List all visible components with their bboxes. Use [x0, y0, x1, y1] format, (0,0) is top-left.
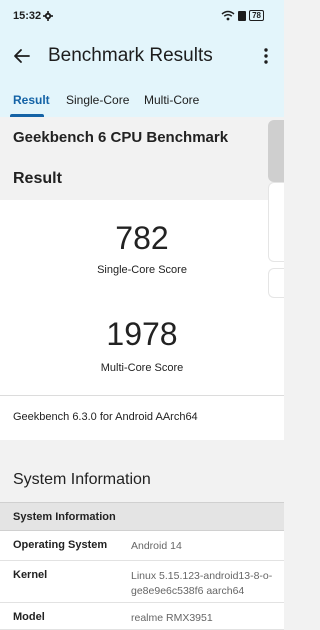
- status-time: 15:32: [13, 10, 42, 22]
- row-key: Kernel: [13, 569, 48, 581]
- system-info-table-header: System Information: [0, 502, 284, 531]
- system-info-table-header-label: System Information: [13, 511, 116, 523]
- wifi-icon: [221, 10, 235, 21]
- single-core-score: 782: [115, 220, 169, 256]
- version-text: Geekbench 6.3.0 for Android AArch64: [13, 411, 198, 423]
- table-row: Operating System Android 14: [0, 531, 284, 561]
- status-bar: 15:32 78: [0, 0, 284, 34]
- table-row: Kernel Linux 5.15.123-android13-8-o-ge8e…: [0, 561, 284, 603]
- result-section-label: Result: [13, 170, 62, 187]
- status-icons: 78: [221, 10, 264, 21]
- row-value: Android 14: [131, 540, 182, 552]
- page-title: Benchmark Results: [48, 45, 213, 66]
- row-value: Linux 5.15.123-android13-8-o-ge8e9e6c538…: [131, 570, 273, 597]
- edge-panel-widget-secondary[interactable]: [268, 268, 284, 298]
- benchmark-header: Geekbench 6 CPU Benchmark Result: [0, 117, 284, 200]
- row-key: Model: [13, 611, 45, 623]
- tab-result[interactable]: Result: [13, 93, 50, 107]
- tab-multi-core[interactable]: Multi-Core: [144, 93, 199, 107]
- edge-panel-widget[interactable]: [268, 182, 284, 262]
- battery-icon: 78: [249, 10, 264, 21]
- score-card: 782 Single-Core Score 1978 Multi-Core Sc…: [0, 200, 284, 396]
- benchmark-title: Geekbench 6 CPU Benchmark: [13, 129, 229, 146]
- back-arrow-icon[interactable]: [11, 45, 33, 67]
- row-key: Operating System: [13, 539, 108, 551]
- table-row: Model realme RMX3951: [0, 603, 284, 630]
- multi-core-score-label: Multi-Core Score: [100, 362, 184, 374]
- tab-bar: Result Single-Core Multi-Core: [0, 82, 284, 117]
- edge-panel-handle[interactable]: [268, 120, 284, 182]
- app-bar: Benchmark Results: [0, 34, 284, 82]
- single-core-score-label: Single-Core Score: [97, 264, 187, 276]
- version-card: Geekbench 6.3.0 for Android AArch64: [0, 396, 284, 440]
- tab-single-core[interactable]: Single-Core: [66, 93, 129, 107]
- row-value: realme RMX3951: [131, 612, 213, 624]
- system-info-heading: System Information: [13, 471, 151, 488]
- more-vert-icon[interactable]: [260, 45, 272, 67]
- gear-icon: [43, 11, 53, 21]
- bluetooth-icon: [238, 10, 247, 21]
- multi-core-score: 1978: [106, 316, 178, 352]
